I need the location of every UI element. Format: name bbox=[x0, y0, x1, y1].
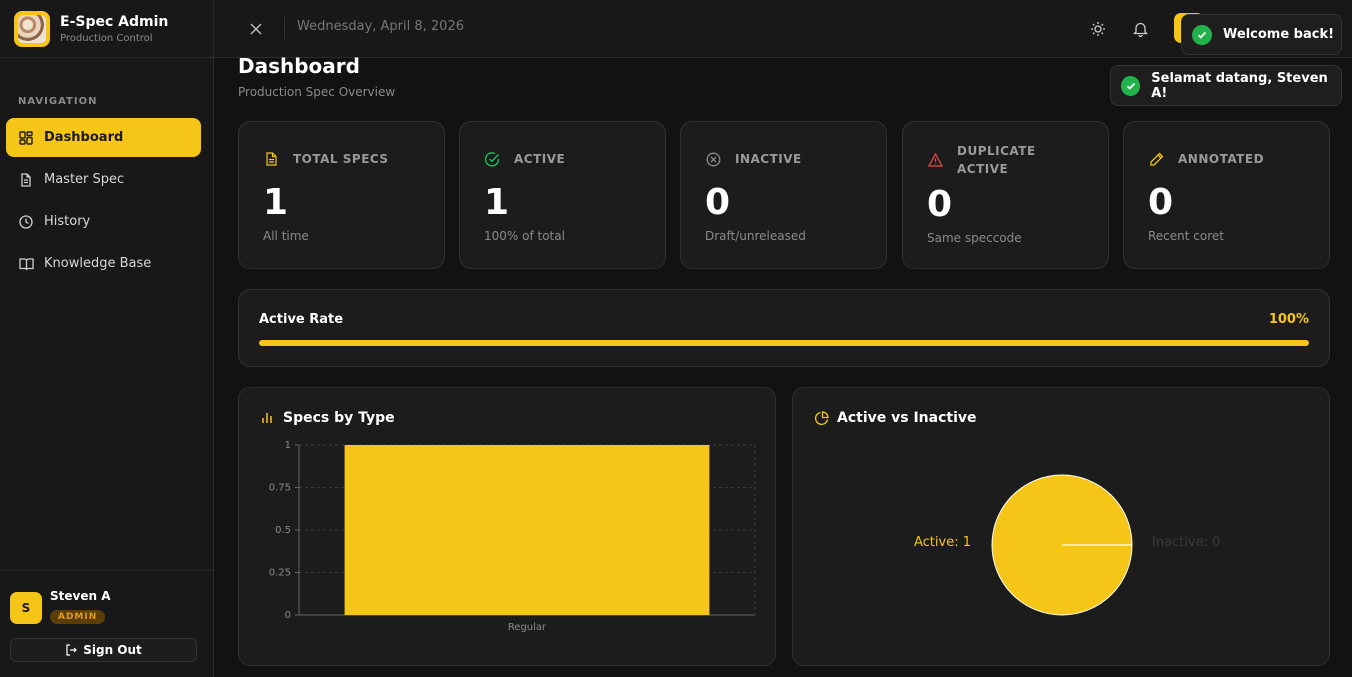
stat-note: 100% of total bbox=[484, 229, 565, 243]
y-tick-label: 1 bbox=[285, 440, 291, 451]
y-tick-label: 0.75 bbox=[269, 483, 291, 494]
active-rate-label: Active Rate bbox=[259, 312, 344, 327]
toast-message: Welcome back! bbox=[1223, 27, 1335, 42]
stat-card-annotated[interactable]: ANNOTATED 0 Recent coret bbox=[1123, 121, 1330, 269]
specs-by-type-card: Specs by Type 0 0.25 0.5 0.75 1 Regular bbox=[238, 387, 776, 666]
divider bbox=[284, 17, 285, 39]
grid-icon bbox=[18, 130, 34, 146]
stat-card-total-specs[interactable]: TOTAL SPECS 1 All time bbox=[238, 121, 445, 269]
stat-value: 0 bbox=[927, 184, 953, 225]
active-rate-progress-bar bbox=[259, 340, 1309, 346]
sidebar-item-label: History bbox=[44, 214, 91, 229]
stat-value: 1 bbox=[484, 182, 510, 223]
warning-icon bbox=[927, 152, 943, 168]
brand-logo bbox=[14, 10, 50, 47]
notifications-button[interactable] bbox=[1130, 19, 1150, 39]
toast-welcome[interactable]: Welcome back! bbox=[1181, 14, 1342, 55]
stat-card-inactive[interactable]: INACTIVE 0 Draft/unreleased bbox=[680, 121, 887, 269]
check-icon bbox=[1192, 24, 1212, 45]
sidebar-item-knowledge-base[interactable]: Knowledge Base bbox=[6, 244, 201, 283]
bar[interactable] bbox=[344, 445, 710, 615]
x-tick-label: Regular bbox=[508, 622, 547, 633]
document-icon bbox=[18, 172, 34, 188]
bar-chart: 0 0.25 0.5 0.75 1 Regular bbox=[269, 440, 756, 633]
sidebar-item-label: Master Spec bbox=[44, 172, 125, 187]
active-rate-value: 100% bbox=[1268, 312, 1309, 327]
stat-label: INACTIVE bbox=[735, 152, 802, 166]
brand-title: E-Spec Admin bbox=[60, 13, 169, 30]
x-circle-icon bbox=[705, 151, 721, 167]
sun-icon bbox=[1091, 22, 1105, 36]
logout-icon bbox=[66, 644, 78, 656]
stat-label: ANNOTATED bbox=[1178, 152, 1265, 166]
active-rate-progress-fill bbox=[259, 340, 1309, 346]
stat-note: Draft/unreleased bbox=[705, 229, 806, 243]
stat-label: TOTAL SPECS bbox=[293, 152, 389, 166]
stat-note: All time bbox=[263, 229, 309, 243]
main-content: Dashboard Production Spec Overview TOTAL… bbox=[214, 54, 1352, 677]
document-icon bbox=[263, 151, 279, 167]
stat-card-active[interactable]: ACTIVE 1 100% of total bbox=[459, 121, 666, 269]
sign-out-button[interactable]: Sign Out bbox=[10, 638, 197, 662]
nav-section-label: NAVIGATION bbox=[18, 96, 98, 107]
book-icon bbox=[18, 256, 34, 272]
pie-label-active: Active: 1 bbox=[914, 535, 971, 550]
check-circle-icon bbox=[484, 151, 500, 167]
y-tick-label: 0.5 bbox=[275, 525, 291, 536]
role-badge: ADMIN bbox=[50, 610, 106, 624]
avatar: S bbox=[10, 592, 42, 624]
sidebar-item-label: Knowledge Base bbox=[44, 256, 152, 271]
pie-chart: Active: 1 Inactive: 0 bbox=[914, 474, 1220, 616]
active-rate-card: Active Rate 100% bbox=[238, 289, 1330, 367]
user-name: Steven A bbox=[50, 589, 111, 603]
stat-note: Recent coret bbox=[1148, 229, 1224, 243]
clock-icon bbox=[18, 214, 34, 230]
brand-subtitle: Production Control bbox=[60, 32, 153, 44]
page-title: Dashboard bbox=[238, 54, 360, 78]
stat-note: Same speccode bbox=[927, 231, 1022, 245]
stat-label-line1: DUPLICATE bbox=[957, 144, 1036, 158]
user-panel: S Steven A ADMIN Sign Out bbox=[0, 570, 213, 677]
stat-value: 1 bbox=[263, 182, 289, 223]
sign-out-label: Sign Out bbox=[83, 643, 142, 657]
page-subtitle: Production Spec Overview bbox=[238, 85, 396, 99]
stat-label: ACTIVE bbox=[514, 152, 566, 166]
pie-label-inactive: Inactive: 0 bbox=[1152, 535, 1220, 550]
stat-value: 0 bbox=[705, 182, 731, 223]
sidebar-item-dashboard[interactable]: Dashboard bbox=[6, 118, 201, 157]
stat-card-duplicate-active[interactable]: DUPLICATE ACTIVE 0 Same speccode bbox=[902, 121, 1109, 269]
sidebar-item-label: Dashboard bbox=[44, 130, 124, 145]
sidebar-item-master-spec[interactable]: Master Spec bbox=[6, 160, 201, 199]
sidebar: E-Spec Admin Production Control NAVIGATI… bbox=[0, 0, 214, 677]
stat-label-line2: ACTIVE bbox=[957, 162, 1009, 176]
brand[interactable]: E-Spec Admin Production Control bbox=[0, 0, 213, 58]
y-tick-label: 0 bbox=[285, 610, 291, 621]
current-date: Wednesday, April 8, 2026 bbox=[297, 19, 464, 34]
close-sidebar-button[interactable] bbox=[246, 19, 266, 39]
y-tick-label: 0.25 bbox=[269, 568, 291, 579]
stat-value: 0 bbox=[1148, 182, 1174, 223]
sidebar-nav: Dashboard Master Spec History Knowledge … bbox=[6, 118, 201, 286]
active-vs-inactive-card: Active vs Inactive Active: 1 Inactive: 0 bbox=[792, 387, 1330, 666]
theme-toggle-button[interactable] bbox=[1088, 19, 1108, 39]
close-icon bbox=[250, 23, 262, 35]
sidebar-item-history[interactable]: History bbox=[6, 202, 201, 241]
bell-icon bbox=[1132, 22, 1148, 37]
pencil-icon bbox=[1148, 151, 1164, 167]
